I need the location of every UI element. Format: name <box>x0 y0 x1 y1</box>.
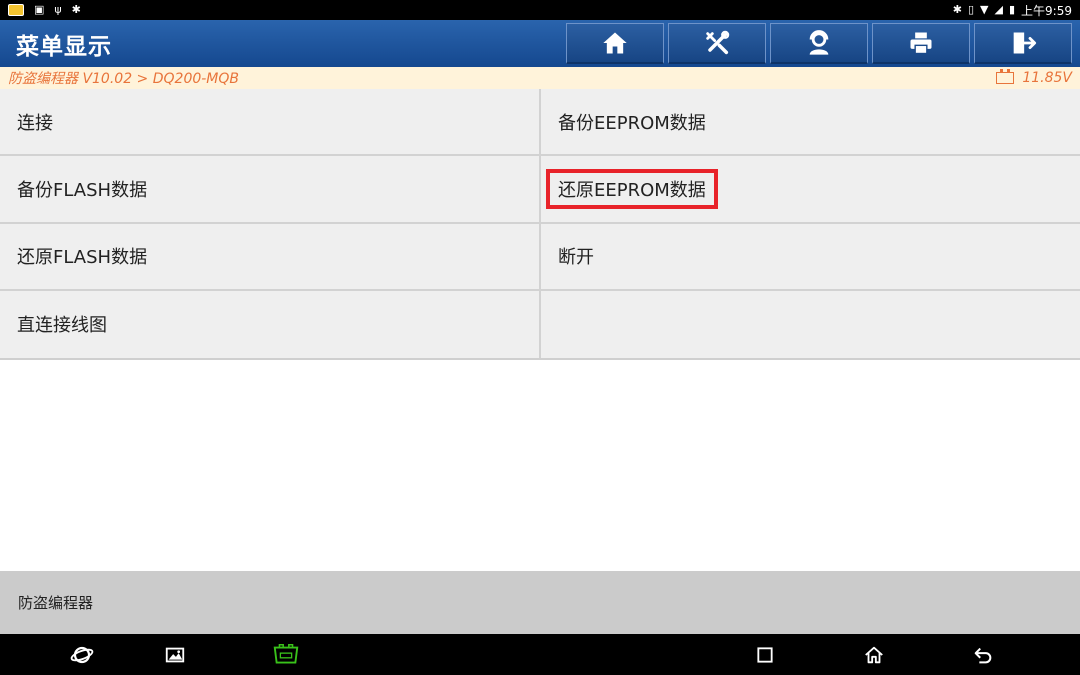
voltage-indicator: 11.85V <box>996 69 1072 86</box>
menu-item-label: 连接 <box>17 112 53 134</box>
status-left: ▣ ψ ✱ <box>8 4 81 16</box>
menu-item-connect[interactable]: 连接 <box>0 89 539 157</box>
vci-connector-icon <box>273 643 299 664</box>
menu-item-wiring-diagram[interactable]: 直连接线图 <box>0 290 539 358</box>
breadcrumb-path: 防盗编程器 V10.02 > DQ200-MQB <box>8 71 240 87</box>
footer-label: 防盗编程器 <box>18 594 94 612</box>
browser-button[interactable] <box>69 642 95 668</box>
breadcrumb: 防盗编程器 V10.02 > DQ200-MQB 11.85V <box>0 67 1080 89</box>
menu-item-label: 还原FLASH数据 <box>17 247 148 269</box>
page-title: 菜单显示 <box>16 33 112 60</box>
support-button[interactable] <box>770 23 868 64</box>
title-bar: 菜单显示 <box>0 20 1080 67</box>
menu-item-backup-flash[interactable]: 备份FLASH数据 <box>0 156 539 224</box>
nav-home-button[interactable] <box>861 642 887 668</box>
menu-grid: 连接 备份EEPROM数据 备份FLASH数据 还原EEPROM数据 还原FLA… <box>0 89 1080 360</box>
menu-item-label: 备份EEPROM数据 <box>558 112 706 134</box>
print-button[interactable] <box>872 23 970 64</box>
status-time: 上午9:59 <box>1021 3 1072 18</box>
gallery-button[interactable] <box>162 642 188 668</box>
back-button[interactable] <box>970 642 996 668</box>
car-battery-icon <box>996 69 1015 84</box>
home-button[interactable] <box>566 23 664 64</box>
menu-item-label: 断开 <box>558 247 594 269</box>
tools-icon <box>706 30 730 55</box>
vibrate-icon: ▯ <box>967 3 975 16</box>
recents-button[interactable] <box>752 642 778 668</box>
menu-item-label: 直连接线图 <box>17 315 107 337</box>
footer-bar: 防盗编程器 <box>0 571 1080 634</box>
menu-item-label-highlighted: 还原EEPROM数据 <box>546 168 718 209</box>
vci-button[interactable] <box>270 642 302 668</box>
battery-icon: ▮ <box>1008 3 1016 16</box>
navigation-bar <box>0 634 1080 675</box>
menu-item-label: 备份FLASH数据 <box>17 179 148 201</box>
exit-button[interactable] <box>974 23 1072 64</box>
app-window: ▣ ψ ✱ ✱ ▯ ▼ ◢ ▮ 上午9:59 菜单显示 防盗编程器 V10.02… <box>0 0 1080 675</box>
menu-item-disconnect[interactable]: 断开 <box>539 223 1080 291</box>
voltage-value: 11.85V <box>1022 70 1072 86</box>
menu-item-restore-flash[interactable]: 还原FLASH数据 <box>0 223 539 291</box>
exit-door-icon <box>1013 32 1037 54</box>
browser-orbit-icon <box>70 646 94 664</box>
status-right: ✱ ▯ ▼ ◢ ▮ 上午9:59 <box>953 2 1072 19</box>
printer-icon <box>910 32 932 55</box>
bluetooth-notification-icon: ✱ <box>71 3 81 16</box>
signal-icon: ◢ <box>994 3 1003 16</box>
menu-item-restore-eeprom[interactable]: 还原EEPROM数据 <box>539 156 1080 224</box>
menu-item-empty <box>539 290 1080 358</box>
headset-user-icon <box>809 30 829 55</box>
home-icon <box>603 32 627 54</box>
usb-icon: ψ <box>54 3 62 16</box>
nav-home-icon <box>865 646 883 664</box>
app-notification-icon <box>8 4 24 16</box>
image-notification-icon: ▣ <box>34 3 45 16</box>
status-bar: ▣ ψ ✱ ✱ ▯ ▼ ◢ ▮ 上午9:59 <box>0 0 1080 20</box>
wifi-icon: ▼ <box>980 3 989 16</box>
back-arrow-icon <box>974 647 992 664</box>
toolbar <box>566 23 1072 64</box>
gallery-icon <box>165 647 185 663</box>
menu-item-backup-eeprom[interactable]: 备份EEPROM数据 <box>539 89 1080 157</box>
tools-button[interactable] <box>668 23 766 64</box>
square-recents-icon <box>757 647 773 663</box>
bluetooth-icon: ✱ <box>952 3 962 16</box>
